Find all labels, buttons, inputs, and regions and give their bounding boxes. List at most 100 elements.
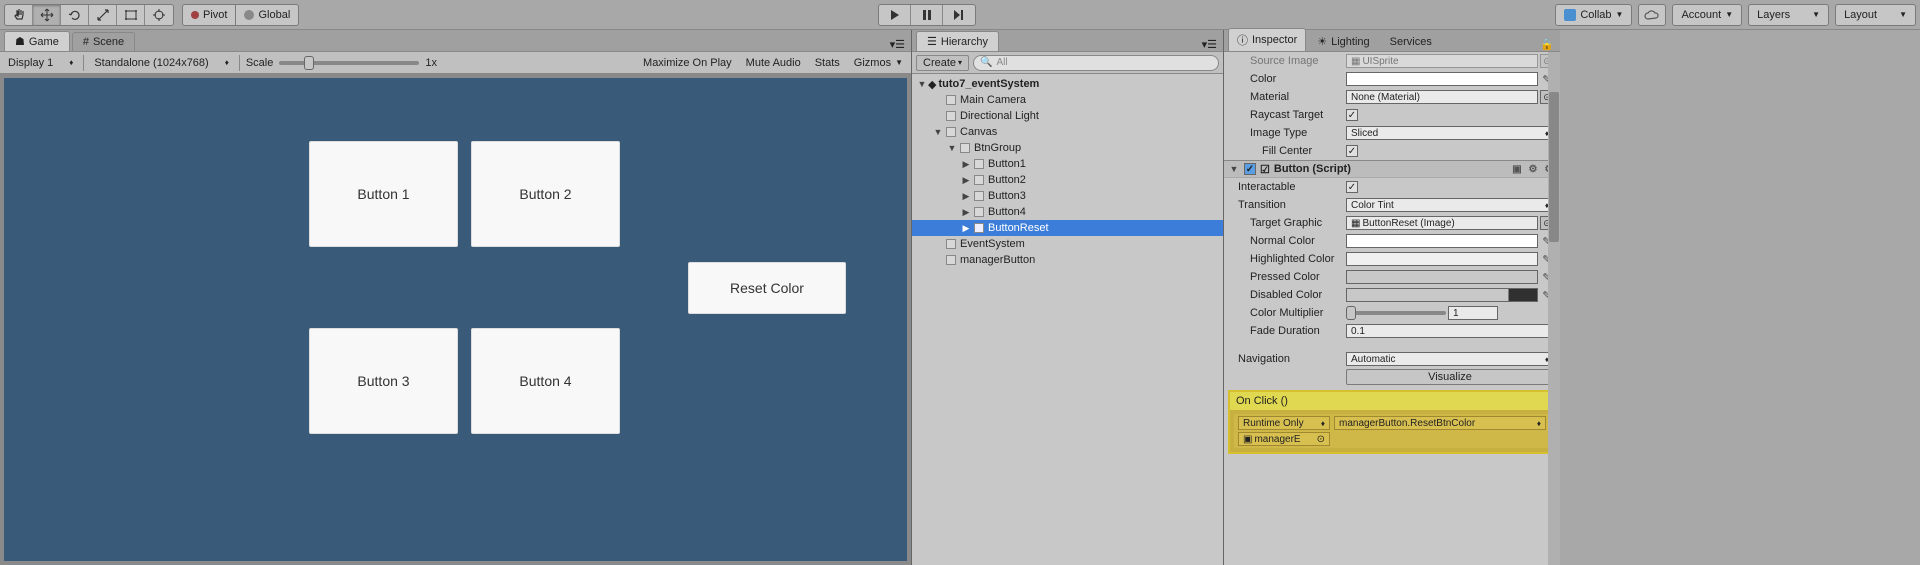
game-button-4[interactable]: Button 4 bbox=[471, 328, 620, 434]
tree-item-canvas[interactable]: ▼Canvas bbox=[912, 124, 1223, 140]
game-button-2[interactable]: Button 2 bbox=[471, 141, 620, 247]
tab-scene[interactable]: #Scene bbox=[72, 32, 135, 51]
onclick-object-field[interactable]: ▣managerE⊙ bbox=[1238, 432, 1330, 446]
tab-menu[interactable]: ▾☰ bbox=[1196, 38, 1223, 51]
foldout-icon[interactable]: ▶ bbox=[960, 174, 972, 186]
pause-button[interactable] bbox=[911, 5, 943, 25]
tab-services[interactable]: Services bbox=[1381, 32, 1441, 51]
navigation-dropdown[interactable]: Automatic♦ bbox=[1346, 352, 1554, 366]
tree-item-btngroup[interactable]: ▼BtnGroup bbox=[912, 140, 1223, 156]
tree-item-buttonreset[interactable]: ▶ButtonReset bbox=[912, 220, 1223, 236]
imagetype-dropdown[interactable]: Sliced♦ bbox=[1346, 126, 1554, 140]
game-button-3[interactable]: Button 3 bbox=[309, 328, 458, 434]
prop-source-image: Source Image▦UISprite⊙ bbox=[1224, 52, 1560, 70]
colormultiplier-field[interactable]: 1 bbox=[1448, 306, 1498, 320]
foldout-icon[interactable]: ▼ bbox=[932, 126, 944, 138]
help-icon[interactable]: ▣ bbox=[1510, 162, 1524, 176]
inspector-content: Source Image▦UISprite⊙ Color✎ MaterialNo… bbox=[1224, 52, 1560, 565]
create-dropdown[interactable]: Create▾ bbox=[916, 55, 969, 71]
raycast-checkbox[interactable] bbox=[1346, 109, 1358, 121]
material-field[interactable]: None (Material) bbox=[1346, 90, 1538, 104]
color-field[interactable] bbox=[1346, 72, 1538, 86]
scrollbar[interactable] bbox=[1548, 52, 1560, 565]
preset-icon[interactable]: ⚙ bbox=[1526, 162, 1540, 176]
rect-tool[interactable] bbox=[117, 5, 145, 25]
scale-tool[interactable] bbox=[89, 5, 117, 25]
step-button[interactable] bbox=[943, 5, 975, 25]
source-image-field[interactable]: ▦UISprite bbox=[1346, 54, 1538, 68]
layers-button[interactable]: Layers ▼ bbox=[1748, 4, 1829, 26]
colormultiplier-slider[interactable] bbox=[1346, 311, 1446, 315]
onclick-method-dropdown[interactable]: managerButton.ResetBtnColor♦ bbox=[1334, 416, 1546, 430]
interactable-checkbox[interactable] bbox=[1346, 181, 1358, 193]
display-dropdown[interactable]: Display 1♦ bbox=[4, 55, 77, 71]
tree-item-button1[interactable]: ▶Button1 bbox=[912, 156, 1223, 172]
highlightedcolor-field[interactable] bbox=[1346, 252, 1538, 266]
tree-item-button3[interactable]: ▶Button3 bbox=[912, 188, 1223, 204]
prop-navigation: NavigationAutomatic♦ bbox=[1224, 350, 1560, 368]
scene-row[interactable]: ▼◆tuto7_eventSystem bbox=[912, 76, 1223, 92]
foldout-icon[interactable]: ▶ bbox=[960, 222, 972, 234]
pressedcolor-field[interactable] bbox=[1346, 270, 1538, 284]
visualize-button[interactable]: Visualize bbox=[1346, 369, 1554, 385]
collab-label: Collab bbox=[1580, 9, 1611, 21]
scale-slider[interactable] bbox=[279, 61, 419, 65]
disabledcolor-field[interactable] bbox=[1346, 288, 1538, 302]
fadeduration-field[interactable]: 0.1 bbox=[1346, 324, 1554, 338]
move-tool[interactable] bbox=[33, 5, 61, 25]
normalcolor-field[interactable] bbox=[1346, 234, 1538, 248]
component-enabled-checkbox[interactable] bbox=[1244, 163, 1256, 175]
tab-game[interactable]: ☗Game bbox=[4, 31, 70, 51]
hand-tool[interactable] bbox=[5, 5, 33, 25]
cloud-button[interactable] bbox=[1638, 4, 1666, 26]
tree-item-eventsystem[interactable]: EventSystem bbox=[912, 236, 1223, 252]
gameobject-icon bbox=[972, 157, 986, 171]
layout-button[interactable]: Layout▼ bbox=[1835, 4, 1916, 26]
aspect-dropdown[interactable]: Standalone (1024x768)♦ bbox=[90, 55, 232, 71]
foldout-icon[interactable]: ▼ bbox=[916, 78, 928, 90]
tab-menu[interactable]: ▾☰ bbox=[884, 38, 911, 51]
tab-inspector[interactable]: ⓘInspector bbox=[1228, 28, 1306, 51]
play-button[interactable] bbox=[879, 5, 911, 25]
maximize-toggle[interactable]: Maximize On Play bbox=[639, 55, 736, 71]
tree-item-managerbutton[interactable]: managerButton bbox=[912, 252, 1223, 268]
search-input[interactable]: 🔍All bbox=[973, 55, 1219, 71]
account-button[interactable]: Account▼ bbox=[1672, 4, 1742, 26]
game-button-1[interactable]: Button 1 bbox=[309, 141, 458, 247]
global-button[interactable]: Global bbox=[236, 4, 299, 26]
rotate-tool[interactable] bbox=[61, 5, 89, 25]
lock-icon[interactable]: 🔒 bbox=[1534, 38, 1560, 51]
cloud-icon bbox=[1644, 10, 1660, 20]
stats-toggle[interactable]: Stats bbox=[811, 55, 844, 71]
collab-button[interactable]: Collab▼ bbox=[1555, 4, 1632, 26]
object-picker[interactable]: ⊙ bbox=[1317, 434, 1325, 445]
scrollbar-thumb[interactable] bbox=[1549, 92, 1559, 242]
foldout-icon[interactable]: ▶ bbox=[960, 206, 972, 218]
foldout-icon[interactable]: ▶ bbox=[960, 190, 972, 202]
transform-tool[interactable] bbox=[145, 5, 173, 25]
game-button-reset[interactable]: Reset Color bbox=[688, 262, 846, 314]
tab-lighting[interactable]: ☀Lighting bbox=[1308, 31, 1378, 51]
game-panel: ☗Game #Scene ▾☰ Display 1♦ Standalone (1… bbox=[0, 30, 912, 565]
foldout-icon[interactable]: ▼ bbox=[1228, 163, 1240, 175]
global-label: Global bbox=[258, 9, 290, 21]
gameobject-icon bbox=[944, 125, 958, 139]
prop-interactable: Interactable bbox=[1224, 178, 1560, 196]
runtime-dropdown[interactable]: Runtime Only♦ bbox=[1238, 416, 1330, 430]
gizmos-dropdown[interactable]: Gizmos▼ bbox=[850, 55, 907, 71]
layers-label: Layers bbox=[1757, 9, 1790, 21]
tree-item-directional-light[interactable]: Directional Light bbox=[912, 108, 1223, 124]
tab-hierarchy[interactable]: ☰Hierarchy bbox=[916, 31, 999, 51]
targetgraphic-field[interactable]: ▦ButtonReset (Image) bbox=[1346, 216, 1538, 230]
button-component-header[interactable]: ▼ ☑ Button (Script) ▣ ⚙ ⚙ bbox=[1224, 160, 1560, 178]
tree-item-button2[interactable]: ▶Button2 bbox=[912, 172, 1223, 188]
tree-item-button4[interactable]: ▶Button4 bbox=[912, 204, 1223, 220]
mute-toggle[interactable]: Mute Audio bbox=[742, 55, 805, 71]
chevron-down-icon: ▼ bbox=[1812, 10, 1820, 19]
tree-item-main-camera[interactable]: Main Camera bbox=[912, 92, 1223, 108]
foldout-icon[interactable]: ▶ bbox=[960, 158, 972, 170]
transition-dropdown[interactable]: Color Tint♦ bbox=[1346, 198, 1554, 212]
foldout-icon[interactable]: ▼ bbox=[946, 142, 958, 154]
pivot-button[interactable]: Pivot bbox=[182, 4, 236, 26]
fillcenter-checkbox[interactable] bbox=[1346, 145, 1358, 157]
